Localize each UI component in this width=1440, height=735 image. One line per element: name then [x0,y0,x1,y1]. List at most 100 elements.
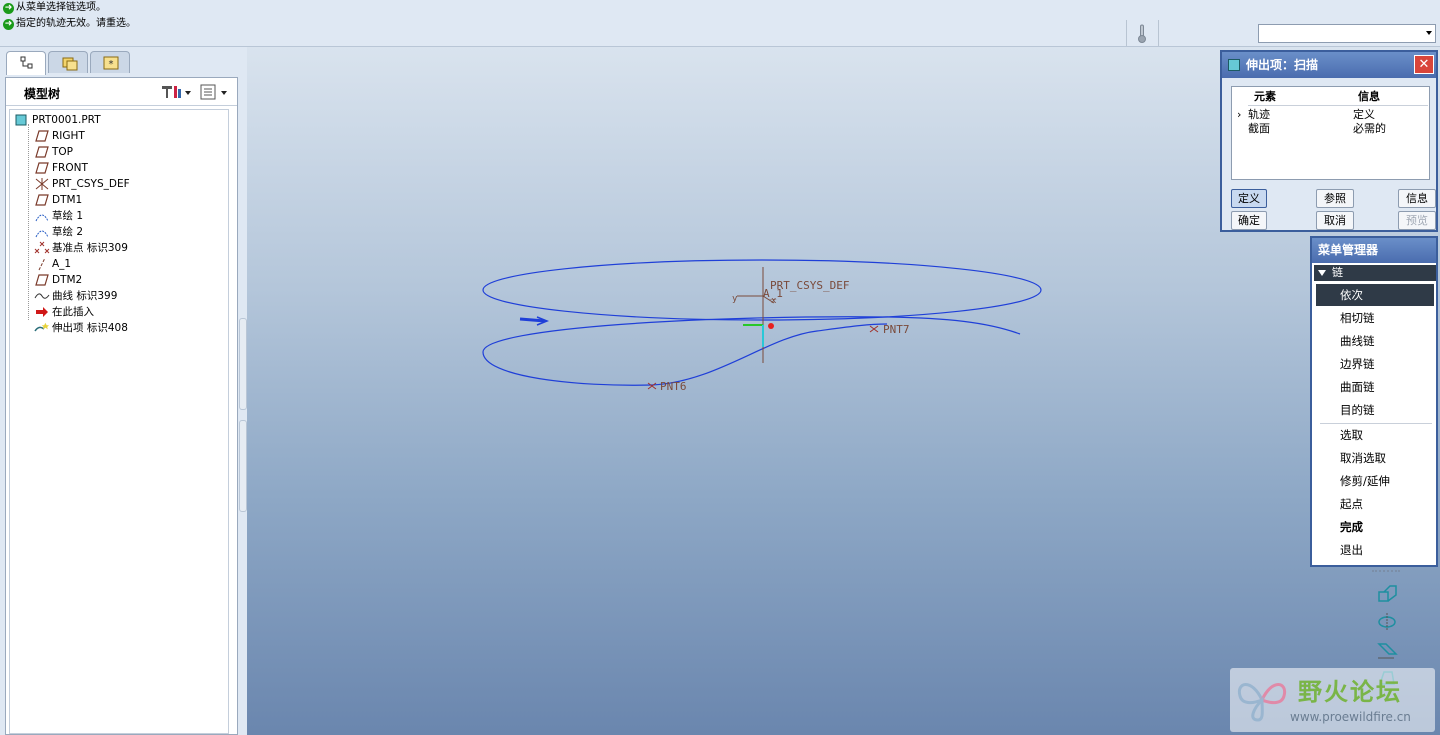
tree-item-sketch2[interactable]: 草绘 2 [34,224,83,240]
tree-item-label: PRT0001.PRT [32,114,101,126]
lower-curve-top-edge[interactable] [482,316,1021,353]
pnt7-marker[interactable] [869,325,879,333]
menu-item-select[interactable]: 选取 [1316,424,1434,446]
toolbar-grip[interactable] [1372,570,1400,573]
x-axis-label: x [771,296,777,306]
row-section-element[interactable]: 截面 [1248,122,1270,136]
datum-plane-icon [35,130,49,142]
menu-item-curve-chain[interactable]: 曲线链 [1316,330,1434,352]
message-area: ➜ 从菜单选择链选项。 ➜ 指定的轨迹无效。请重选。 [0,0,1440,47]
datum-plane-icon [35,146,49,158]
menu-item-tangent-chain[interactable]: 相切链 [1316,307,1434,329]
tab-model-tree[interactable] [6,51,46,75]
model-tree-pane: 模型树 PRT0001.PRT RIGHT TOP FRONT PRT_CSYS… [5,77,238,735]
tree-item-label: FRONT [52,162,88,174]
ok-button[interactable]: 确定 [1231,211,1267,230]
message-text-2: 指定的轨迹无效。请重选。 [16,18,136,29]
tree-item-csys[interactable]: PRT_CSYS_DEF [34,176,130,192]
tab-folder-browser[interactable] [48,51,88,73]
menu-item-done[interactable]: 完成 [1316,516,1434,538]
settings-tools-icon[interactable] [158,83,198,101]
menu-item-start-point[interactable]: 起点 [1316,493,1434,515]
menu-item-intent-chain[interactable]: 目的链 [1316,399,1434,421]
info-arrow-icon: ➜ [3,2,14,14]
tree-item-curve[interactable]: 曲线 标识399 [34,288,117,304]
menu-item-one-by-one[interactable]: 依次 [1316,284,1434,306]
menu-manager-title[interactable]: 菜单管理器 [1312,238,1436,263]
navigator-tabs: * [6,51,132,75]
tree-item-part[interactable]: PRT0001.PRT [14,112,101,128]
tree-item-sketch1[interactable]: 草绘 1 [34,208,83,224]
menu-item-quit[interactable]: 退出 [1316,539,1434,561]
model-tree-icon [20,56,33,69]
tree-item-label: DTM1 [52,194,83,206]
menu-manager: 菜单管理器 链 依次 相切链 曲线链 边界链 曲面链 目的链 选取 取消选取 修… [1310,236,1438,567]
menu-item-trim-extend[interactable]: 修剪/延伸 [1316,470,1434,492]
smart-filter-select[interactable] [1258,24,1436,43]
preview-button[interactable]: 预览 [1398,211,1436,230]
tree-item-datum-point[interactable]: 基准点 标识309 [34,240,128,256]
protrusion-icon [34,322,49,332]
show-options-icon[interactable] [199,83,235,101]
sweep-tool-icon[interactable] [1374,638,1400,662]
tree-item-label: 基准点 标识309 [52,242,128,254]
submenu-chain-header[interactable]: 链 [1314,265,1436,281]
top-ellipse-curve[interactable] [482,259,1042,321]
tree-item-protrusion[interactable]: 伸出项 标识408 [34,320,128,336]
tree-connector [28,124,29,320]
tree-item-dtm1[interactable]: DTM1 [34,192,82,208]
element-list: 元素 信息 › 轨迹 定义 截面 必需的 [1231,86,1430,180]
watermark-text: 野火论坛 [1298,678,1402,706]
forum-watermark: 野火论坛 www.proewildfire.cn [1230,668,1435,732]
define-button[interactable]: 定义 [1231,189,1267,208]
lower-curve-bottom-edge[interactable] [482,323,888,386]
tab-favorites[interactable]: * [90,51,130,73]
cancel-button[interactable]: 取消 [1316,211,1354,230]
menu-item-unselect[interactable]: 取消选取 [1316,447,1434,469]
tree-item-label: A_1 [52,258,72,270]
tree-item-label: 草绘 2 [52,226,84,238]
model-tree-list: PRT0001.PRT RIGHT TOP FRONT PRT_CSYS_DEF… [9,109,229,734]
row-trajectory-element[interactable]: 轨迹 [1248,108,1270,122]
tree-item-dtm2[interactable]: DTM2 [34,272,82,288]
message-text-1: 从菜单选择链选项。 [16,2,106,13]
folder-icon [62,57,78,71]
datum-plane-icon [35,194,49,206]
thermometer-icon[interactable] [1136,24,1148,44]
butterfly-logo-icon [1237,683,1287,722]
divider [1126,20,1127,46]
insert-arrow-icon [36,307,48,317]
model-tree-title: 模型树 [24,87,61,101]
revolve-tool-icon[interactable] [1374,610,1400,634]
dialog-title: 伸出项：扫描 [1246,58,1319,72]
tree-item-front[interactable]: FRONT [34,160,88,176]
panel-splitter-handle[interactable] [239,318,247,410]
dialog-title-bar[interactable]: 伸出项：扫描 ✕ [1222,52,1436,78]
references-button[interactable]: 参照 [1316,189,1354,208]
column-header-element: 元素 [1254,90,1276,103]
pnt6-marker[interactable] [647,382,657,390]
tree-item-axis[interactable]: A_1 [34,256,71,272]
favorites-icon: * [103,56,119,70]
panel-splitter-handle[interactable] [239,420,247,512]
tree-item-right[interactable]: RIGHT [34,128,85,144]
row-section-info[interactable]: 必需的 [1353,122,1386,136]
tree-item-top[interactable]: TOP [34,144,73,160]
collapse-triangle-icon [1318,270,1326,276]
menu-item-boundary-chain[interactable]: 边界链 [1316,353,1434,375]
origin-point-marker [768,323,774,329]
tree-item-insert-here[interactable]: 在此插入 [34,304,94,320]
datum-point-icon [34,241,50,254]
close-button[interactable]: ✕ [1414,55,1434,74]
datum-plane-icon [35,274,49,286]
tree-item-label: 伸出项 标识408 [52,322,128,334]
navigator-panel: * 模型树 PRT0001.PRT RIGHT TOP FRONT PRT_CS… [0,47,247,735]
message-line-2: ➜ 指定的轨迹无效。请重选。 [3,17,136,31]
extrude-tool-icon[interactable] [1374,582,1400,606]
info-button[interactable]: 信息 [1398,189,1436,208]
row-trajectory-info[interactable]: 定义 [1353,108,1375,122]
menu-item-surface-chain[interactable]: 曲面链 [1316,376,1434,398]
tree-item-label: 曲线 标识399 [52,290,118,302]
tree-item-label: RIGHT [52,130,85,142]
info-arrow-icon: ➜ [3,18,14,30]
